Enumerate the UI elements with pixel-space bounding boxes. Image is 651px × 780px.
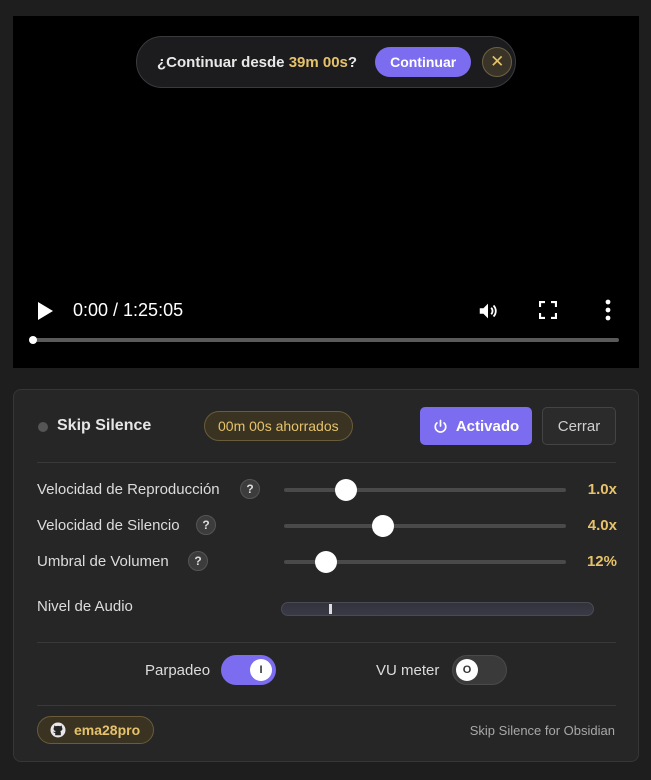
help-icon[interactable]: ? [188,551,208,571]
setting-label: Velocidad de Reproducción [37,481,220,498]
audio-level-meter [281,602,594,616]
close-icon: ✕ [490,52,505,71]
dismiss-resume-button[interactable]: ✕ [482,47,513,77]
progress-handle[interactable] [29,336,37,344]
resume-time: 39m 00s [288,53,348,71]
skip-silence-panel: Skip Silence 00m 00s ahorrados Activado … [13,389,639,762]
video-player[interactable]: ¿Continuar desde 39m 00s? Continuar ✕ 0:… [13,16,639,368]
github-username: ema28pro [74,722,141,738]
power-icon [434,419,447,433]
divider [37,705,616,706]
vu-meter-toggle[interactable]: O [452,655,507,685]
github-link[interactable]: ema28pro [37,716,155,744]
vu-meter-toggle-label: VU meter [376,662,440,679]
slider-thumb[interactable] [315,551,338,573]
audio-level-label: Nivel de Audio [37,598,133,615]
setting-row-silence-speed: Velocidad de Silencio ? 4.0x [37,514,617,540]
help-icon[interactable]: ? [196,515,216,535]
activate-label: Activado [455,417,520,435]
more-vertical-icon[interactable] [603,299,613,321]
play-icon[interactable] [37,302,53,320]
help-icon[interactable]: ? [240,479,260,499]
video-controls: 0:00 / 1:25:05 [13,292,639,352]
video-progress-bar[interactable] [29,336,619,344]
time-display: 0:00 / 1:25:05 [73,300,184,320]
threshold-marker [328,604,332,614]
github-icon [50,722,66,738]
setting-row-volume-threshold: Umbral de Volumen ? 12% [37,550,617,576]
fullscreen-icon[interactable] [539,301,557,319]
setting-value: 12% [586,553,617,570]
panel-title: Skip Silence [57,417,152,434]
continue-button[interactable]: Continuar [375,47,472,77]
setting-row-playback-speed: Velocidad de Reproducción ? 1.0x [37,478,617,504]
toggle-knob: I [250,659,272,681]
app-name: Skip Silence for Obsidian [469,723,615,738]
audio-level-row: Nivel de Audio [37,595,617,621]
slider-thumb[interactable] [371,515,394,537]
divider [37,462,616,463]
blink-toggle-label: Parpadeo [145,662,211,679]
divider [37,642,616,643]
setting-label: Velocidad de Silencio [37,517,180,534]
volume-icon[interactable] [477,300,499,322]
activate-button[interactable]: Activado [420,407,532,445]
status-indicator [38,422,48,432]
resume-text: ¿Continuar desde 39m 00s? [157,53,358,71]
blink-toggle[interactable]: I [221,655,276,685]
volume-threshold-slider[interactable] [284,551,566,573]
setting-label: Umbral de Volumen [37,553,169,570]
close-button[interactable]: Cerrar [542,407,616,445]
toggle-knob: O [456,659,478,681]
silence-speed-slider[interactable] [284,515,566,537]
slider-thumb[interactable] [335,479,358,501]
resume-prompt: ¿Continuar desde 39m 00s? Continuar ✕ [136,36,516,88]
setting-value: 1.0x [587,481,617,498]
time-saved-badge: 00m 00s ahorrados [204,411,353,441]
playback-speed-slider[interactable] [284,479,566,501]
setting-value: 4.0x [587,517,617,534]
